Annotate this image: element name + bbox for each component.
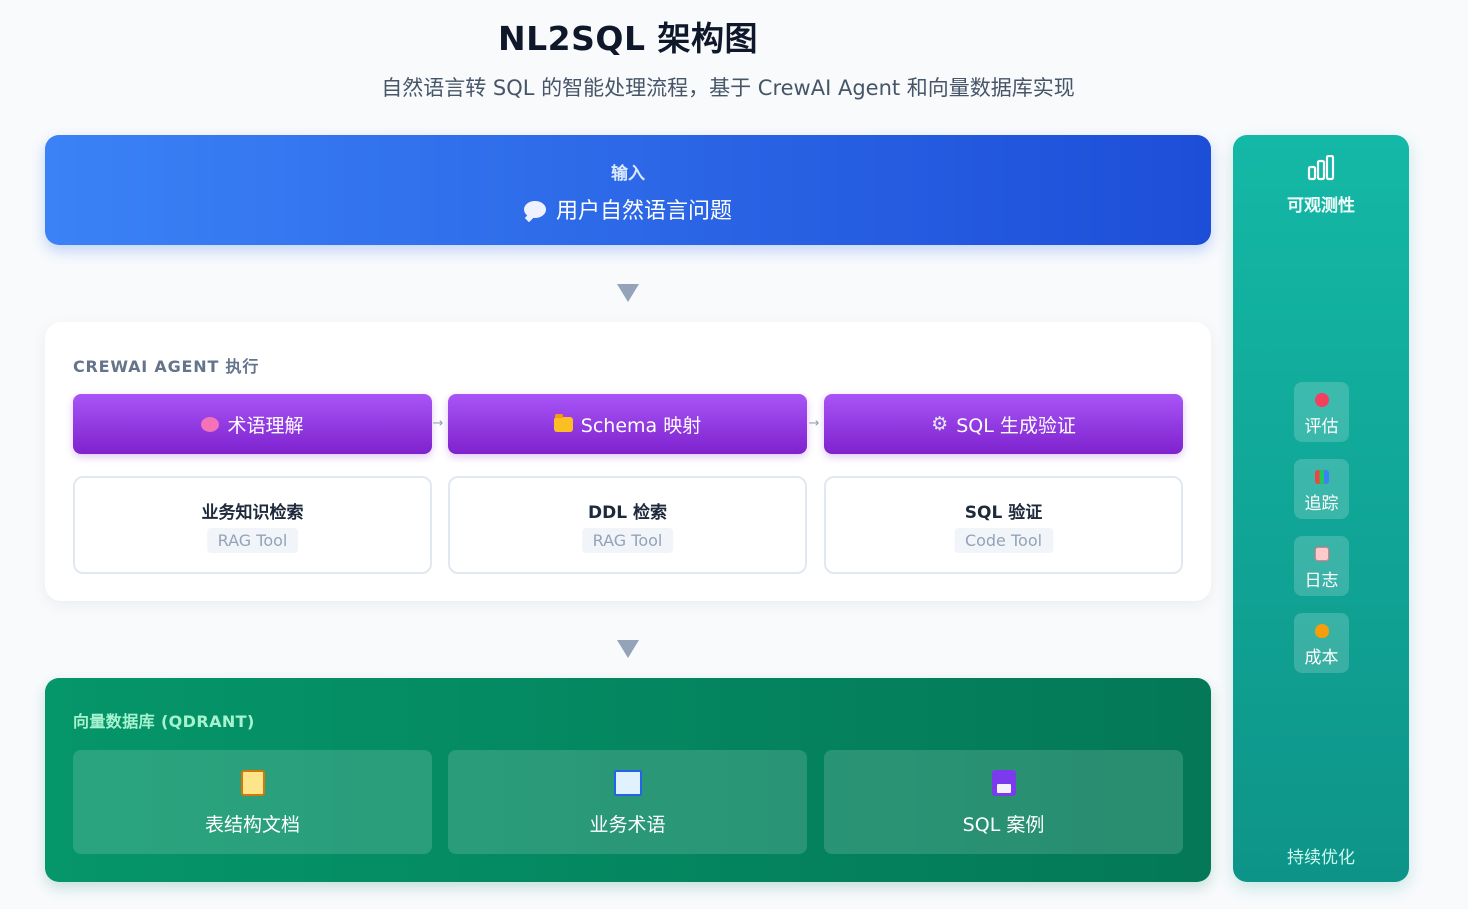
book-icon: [613, 770, 642, 796]
step-term-understanding: 术语理解: [73, 394, 432, 454]
db-item-label: SQL 案例: [962, 814, 1045, 836]
folder-icon: [553, 413, 573, 432]
step-sql-generation: ⚙ SQL 生成验证: [824, 394, 1183, 454]
target-icon: [1314, 393, 1329, 407]
db-item-sql-examples: SQL 案例: [824, 750, 1183, 854]
observability-item-label: 追踪: [1304, 494, 1339, 514]
clipboard-icon: [240, 770, 265, 796]
down-arrow-icon: [617, 284, 639, 302]
db-item-label: 表结构文档: [204, 814, 300, 836]
gear-icon: ⚙: [931, 413, 949, 435]
tool-sql-validation: SQL 验证 Code Tool: [824, 476, 1183, 574]
observability-item-logs[interactable]: 日志: [1294, 536, 1349, 596]
chart-icon: [1314, 470, 1329, 484]
arrow-right-icon: →: [432, 416, 444, 431]
agent-card: CREWAI AGENT 执行 术语理解 → Schema 映射 → ⚙ SQL…: [45, 322, 1211, 601]
input-question-text: 用户自然语言问题: [555, 199, 732, 224]
step-schema-mapping: Schema 映射: [448, 394, 807, 454]
observability-panel: 可观测性 评估 追踪 日志 成本 持续优化: [1233, 135, 1409, 882]
tool-tag: Code Tool: [953, 528, 1054, 553]
db-item-schema-docs: 表结构文档: [73, 750, 432, 854]
tool-name: 业务知识检索: [201, 503, 304, 523]
page-title: NL2SQL 架构图: [498, 19, 758, 58]
input-card: 输入 用户自然语言问题: [45, 135, 1211, 245]
tool-name: SQL 验证: [964, 503, 1043, 523]
tool-tag: RAG Tool: [206, 528, 299, 553]
arrow-right-icon: →: [808, 416, 820, 431]
observability-title: 可观测性: [1287, 196, 1355, 216]
step-label: 术语理解: [227, 414, 304, 437]
tool-ddl-retrieval: DDL 检索 RAG Tool: [448, 476, 807, 574]
vector-db-title: 向量数据库 (QDRANT): [73, 712, 255, 731]
observability-footer: 持续优化: [1287, 848, 1355, 868]
input-question: 用户自然语言问题: [45, 193, 1211, 225]
bar-chart-icon: [1307, 155, 1335, 181]
down-arrow-icon: [617, 640, 639, 658]
observability-item-tracing[interactable]: 追踪: [1294, 459, 1349, 519]
observability-item-cost[interactable]: 成本: [1294, 613, 1349, 673]
db-item-label: 业务术语: [589, 814, 666, 836]
brain-icon: [201, 416, 220, 432]
memo-icon: [1314, 547, 1329, 561]
tool-business-knowledge: 业务知识检索 RAG Tool: [73, 476, 432, 574]
observability-item-label: 成本: [1304, 648, 1339, 668]
db-item-business-terms: 业务术语: [448, 750, 807, 854]
tool-name: DDL 检索: [588, 503, 667, 523]
observability-item-evaluation[interactable]: 评估: [1294, 382, 1349, 442]
agent-title: CREWAI AGENT 执行: [73, 357, 260, 376]
tool-tag: RAG Tool: [581, 528, 674, 553]
step-label: Schema 映射: [580, 414, 702, 437]
vector-db-card: 向量数据库 (QDRANT) 表结构文档 业务术语 SQL 案例: [45, 678, 1211, 882]
observability-item-label: 评估: [1304, 417, 1339, 437]
step-label: SQL 生成验证: [956, 414, 1076, 437]
input-label: 输入: [611, 164, 645, 184]
speech-bubble-icon: [523, 200, 546, 218]
money-bag-icon: [1314, 624, 1329, 638]
page-subtitle: 自然语言转 SQL 的智能处理流程，基于 CrewAI Agent 和向量数据库…: [381, 76, 1075, 100]
observability-item-label: 日志: [1304, 571, 1339, 591]
floppy-disk-icon: [991, 770, 1016, 796]
